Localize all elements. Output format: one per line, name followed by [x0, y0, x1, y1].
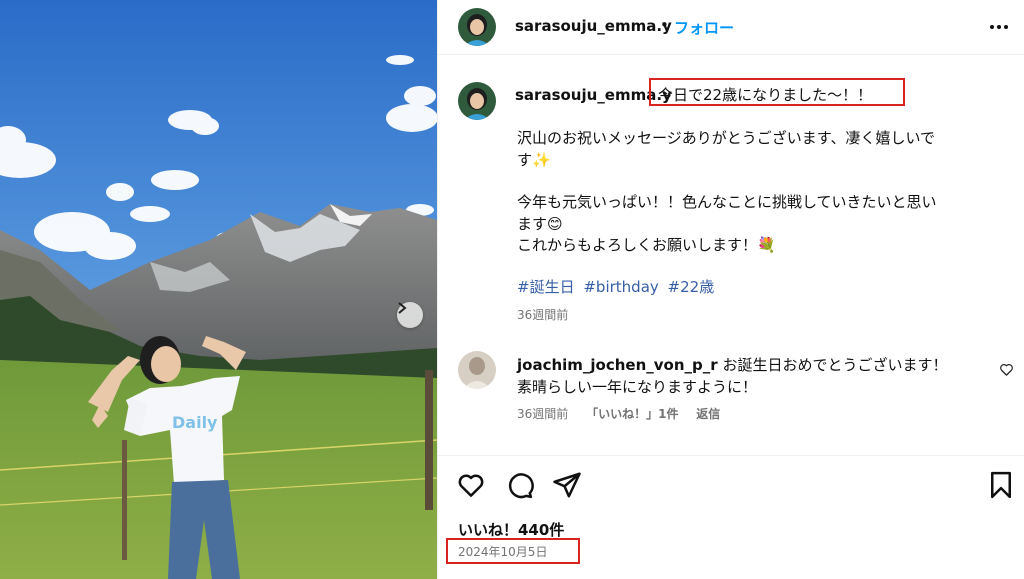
hashtag-link[interactable]: #birthday	[583, 278, 658, 296]
hashtag-link[interactable]: #22歳	[668, 278, 715, 296]
share-icon[interactable]	[552, 470, 582, 500]
separator-dot: •	[660, 16, 669, 34]
comment-text: お誕生日おめでとうございます！	[722, 356, 948, 374]
comment-meta: 36週間前 「いいね！」1件 返信	[517, 405, 734, 422]
next-photo-button[interactable]	[397, 302, 423, 328]
post-date[interactable]: 2024年10月5日	[458, 543, 547, 560]
action-bar	[438, 455, 1024, 515]
comment-line: joachim_jochen_von_p_r お誕生日おめでとうございます！	[517, 354, 947, 375]
photo-image: Daily	[0, 0, 437, 579]
hashtag-link[interactable]: #誕生日	[517, 278, 575, 296]
author-username[interactable]: sarasouju_emma.y	[515, 17, 672, 35]
commenter-username[interactable]: joachim_jochen_von_p_r	[517, 356, 718, 374]
comment-timestamp[interactable]: 36週間前	[517, 407, 568, 421]
follow-button[interactable]: フォロー	[674, 17, 734, 38]
comment-like-heart-icon[interactable]	[999, 362, 1014, 377]
chevron-right-icon	[398, 302, 407, 314]
post-header: sarasouju_emma.y • フォロー	[438, 0, 1024, 55]
comment-likes[interactable]: 「いいね！」1件	[586, 407, 678, 421]
caption-timestamp[interactable]: 36週間前	[517, 306, 568, 323]
post-panel: sarasouju_emma.y • フォロー sarasouju_emma.y…	[437, 0, 1024, 579]
caption-title: 今日で22歳になりました〜！！	[658, 86, 873, 104]
reply-button[interactable]: 返信	[696, 407, 720, 421]
svg-text:Daily: Daily	[172, 413, 218, 432]
caption-avatar[interactable]	[458, 82, 496, 120]
heart-icon[interactable]	[456, 470, 486, 500]
bookmark-icon[interactable]	[986, 470, 1016, 500]
likes-count[interactable]: いいね！440件	[458, 519, 564, 540]
author-avatar[interactable]	[458, 8, 496, 46]
caption-line: 今年も元気いっぱい！！色んなことに挑戦していきたいと思い	[517, 193, 937, 211]
caption-line: ます😊	[517, 215, 563, 233]
commenter-avatar[interactable]	[458, 351, 496, 389]
comment-icon[interactable]	[504, 470, 534, 500]
caption-line: す✨	[517, 151, 551, 169]
more-options-icon[interactable]	[984, 17, 1014, 37]
caption-line: 沢山のお祝いメッセージありがとうございます、凄く嬉しいで	[517, 129, 936, 147]
post-photo: Daily	[0, 0, 437, 579]
hashtag-list: #誕生日 #birthday #22歳	[517, 276, 718, 297]
caption-line: これからもよろしくお願いします！💐	[517, 236, 776, 254]
comment-text-line2: 素晴らしい一年になりますように！	[517, 378, 758, 396]
